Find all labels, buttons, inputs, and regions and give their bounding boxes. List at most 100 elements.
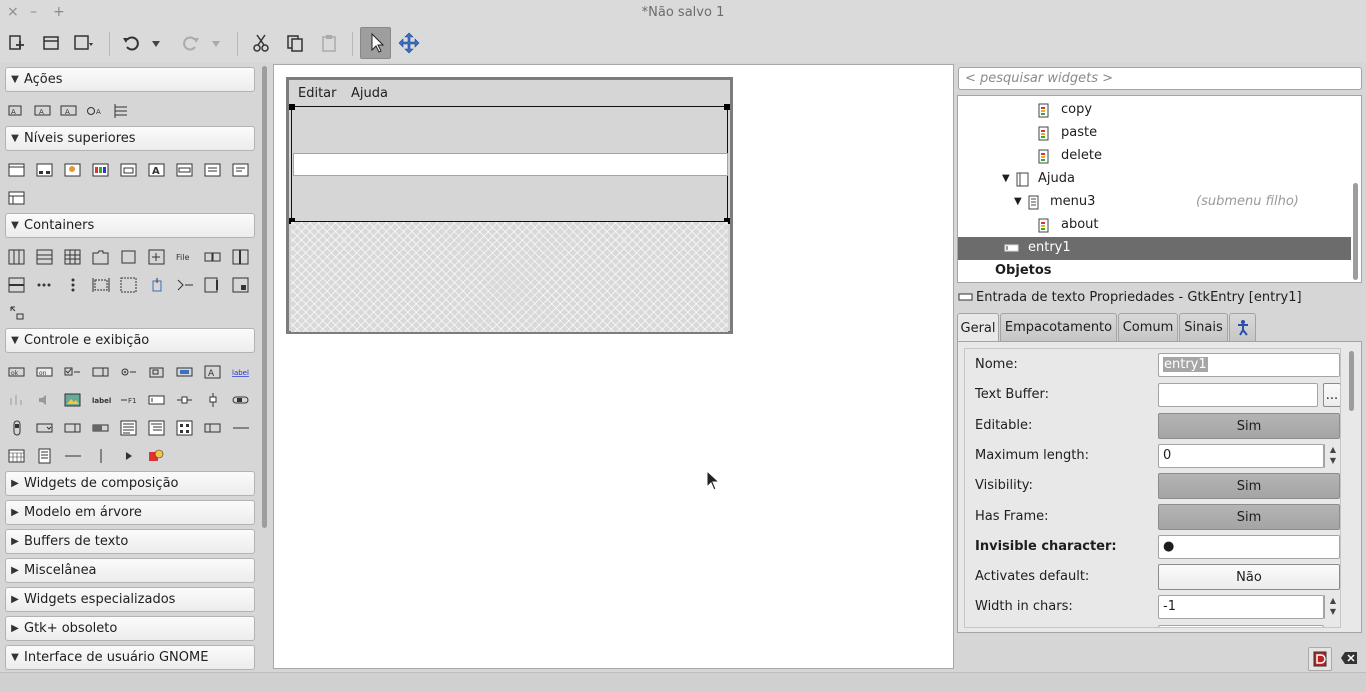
check-button-icon[interactable] bbox=[64, 364, 82, 380]
alignment-icon[interactable] bbox=[148, 277, 166, 293]
notebook-icon[interactable] bbox=[92, 249, 110, 265]
vscale-icon[interactable] bbox=[204, 392, 222, 408]
tab-empacotamento[interactable]: Empacotamento bbox=[1000, 313, 1117, 341]
toolbar-widget-icon[interactable] bbox=[64, 277, 82, 293]
design-window[interactable]: Editar Ajuda bbox=[286, 77, 733, 334]
button-widget-icon[interactable]: ok bbox=[8, 364, 26, 380]
calendar-icon[interactable] bbox=[8, 448, 26, 464]
scale-button-icon[interactable] bbox=[8, 392, 26, 408]
undo-menu-button[interactable] bbox=[148, 30, 164, 56]
event-box-icon[interactable] bbox=[232, 277, 250, 293]
combo-box-text-icon[interactable] bbox=[64, 420, 82, 436]
vscrollbar-icon[interactable] bbox=[8, 420, 26, 436]
design-menu-editar[interactable]: Editar bbox=[298, 86, 337, 101]
tree-row-entry1[interactable]: entry1 bbox=[958, 237, 1351, 260]
frame-icon[interactable] bbox=[120, 249, 138, 265]
palette-section-containers[interactable]: ▼ Containers bbox=[5, 213, 255, 238]
action-icon[interactable]: A bbox=[8, 103, 26, 119]
vbox-icon[interactable] bbox=[36, 249, 54, 265]
paste-button[interactable] bbox=[316, 30, 342, 56]
prop-visibility-toggle[interactable]: Sim bbox=[1158, 473, 1340, 499]
palette-section-gnome-ui[interactable]: ▼ Interface de usuário GNOME bbox=[5, 645, 255, 670]
file-chooser-button-icon[interactable]: File bbox=[176, 249, 194, 265]
new-button[interactable] bbox=[4, 30, 30, 56]
tree-row-menu3[interactable]: ▼ menu3 (submenu filho) bbox=[958, 191, 1351, 214]
drawing-area-icon[interactable] bbox=[148, 448, 166, 464]
redo-button[interactable] bbox=[178, 30, 204, 56]
vseparator-icon[interactable] bbox=[92, 448, 110, 464]
about-dialog-icon[interactable] bbox=[64, 162, 82, 178]
tree-row-delete[interactable]: delete bbox=[958, 145, 1351, 168]
combo-box-icon[interactable] bbox=[36, 420, 54, 436]
tree-row-copy[interactable]: copy bbox=[958, 99, 1351, 122]
menu-bar-icon[interactable] bbox=[36, 277, 54, 293]
combo-entry-icon[interactable] bbox=[204, 420, 222, 436]
design-menubar[interactable]: Editar Ajuda bbox=[289, 80, 730, 107]
spin-arrows-icon[interactable]: ▲ ▼ bbox=[1324, 595, 1340, 619]
statusbar-icon[interactable] bbox=[36, 448, 54, 464]
selected-container[interactable] bbox=[289, 104, 730, 224]
radio-button-icon[interactable] bbox=[120, 364, 138, 380]
toggle-action-icon[interactable]: A bbox=[34, 103, 52, 119]
color-dialog-icon[interactable] bbox=[92, 162, 110, 178]
separator-icon[interactable] bbox=[64, 448, 82, 464]
palette-section-buffers-texto[interactable]: ▶ Buffers de texto bbox=[5, 529, 255, 554]
prop-width-in-chars-spin[interactable]: -1 bbox=[1158, 595, 1324, 619]
action-group-icon[interactable] bbox=[112, 103, 130, 119]
arrow-icon[interactable] bbox=[120, 448, 138, 464]
palette-section-widgets-especializados[interactable]: ▶ Widgets especializados bbox=[5, 587, 255, 612]
drag-resize-button[interactable] bbox=[396, 30, 422, 56]
palette-section-miscelanea[interactable]: ▶ Miscelânea bbox=[5, 558, 255, 583]
widget-tree[interactable]: copy paste delete ▼ Ajuda ▼ menu3 (subme… bbox=[957, 95, 1362, 283]
input-dialog-icon[interactable] bbox=[176, 162, 194, 178]
tab-geral[interactable]: Geral bbox=[957, 313, 999, 342]
fixed-icon[interactable] bbox=[148, 249, 166, 265]
progress-bar-icon[interactable] bbox=[92, 420, 110, 436]
hscrollbar-icon[interactable] bbox=[232, 392, 250, 408]
tool-palette-icon[interactable] bbox=[92, 277, 110, 293]
expander-down-icon[interactable]: ▼ bbox=[1002, 173, 1010, 184]
prop-maximum-length-spin[interactable]: 0 bbox=[1158, 444, 1324, 468]
viewport-icon[interactable] bbox=[204, 277, 222, 293]
prop-has-frame-toggle[interactable]: Sim bbox=[1158, 504, 1340, 530]
delete-widget-button[interactable] bbox=[1338, 647, 1360, 669]
expander-widget-icon[interactable] bbox=[176, 277, 194, 293]
tree-row-about[interactable]: about bbox=[958, 214, 1351, 237]
volume-button-icon[interactable] bbox=[36, 392, 54, 408]
palette-section-controle-exibicao[interactable]: ▼ Controle e exibição bbox=[5, 328, 255, 353]
clear-property-button[interactable] bbox=[1308, 647, 1332, 671]
tab-sinais[interactable]: Sinais bbox=[1179, 313, 1228, 341]
resize-handle[interactable] bbox=[724, 104, 730, 110]
design-menu-ajuda[interactable]: Ajuda bbox=[351, 86, 388, 101]
dialog-widget-icon[interactable] bbox=[36, 162, 54, 178]
tree-row-ajuda[interactable]: ▼ Ajuda bbox=[958, 168, 1351, 191]
color-button-icon[interactable] bbox=[176, 364, 194, 380]
save-button[interactable] bbox=[72, 30, 98, 56]
prop-text-buffer-input[interactable] bbox=[1158, 383, 1318, 407]
palette-section-acoes[interactable]: ▼ Ações bbox=[5, 67, 255, 92]
radio-action-icon[interactable]: A bbox=[60, 103, 78, 119]
link-button-icon[interactable]: label bbox=[232, 364, 250, 380]
recent-action-icon[interactable]: A bbox=[86, 103, 104, 119]
empty-placeholder[interactable] bbox=[291, 222, 728, 332]
text-view-icon[interactable] bbox=[120, 420, 138, 436]
hscale-icon[interactable] bbox=[176, 392, 194, 408]
prop-invisible-character-input[interactable]: ● bbox=[1158, 535, 1340, 559]
tab-comum[interactable]: Comum bbox=[1118, 313, 1178, 341]
window-widget-icon[interactable] bbox=[8, 162, 26, 178]
cut-button[interactable] bbox=[248, 30, 274, 56]
file-chooser-dialog-icon[interactable] bbox=[120, 162, 138, 178]
copy-button[interactable] bbox=[282, 30, 308, 56]
expander-down-icon[interactable]: ▼ bbox=[1014, 196, 1022, 207]
font-button-icon[interactable]: A bbox=[204, 364, 222, 380]
prop-text-buffer-browse-button[interactable]: ... bbox=[1323, 383, 1340, 407]
select-mode-button[interactable] bbox=[360, 27, 391, 59]
button-box-icon[interactable] bbox=[204, 249, 222, 265]
toggle-button-icon[interactable]: on bbox=[36, 364, 54, 380]
prop-editable-toggle[interactable]: Sim bbox=[1158, 413, 1340, 439]
font-dialog-icon[interactable]: A bbox=[148, 162, 166, 178]
redo-menu-button[interactable] bbox=[208, 30, 224, 56]
hbox-icon[interactable] bbox=[8, 249, 26, 265]
widget-search-input[interactable]: < pesquisar widgets > bbox=[958, 67, 1362, 90]
properties-scrollbar[interactable] bbox=[1349, 351, 1354, 411]
